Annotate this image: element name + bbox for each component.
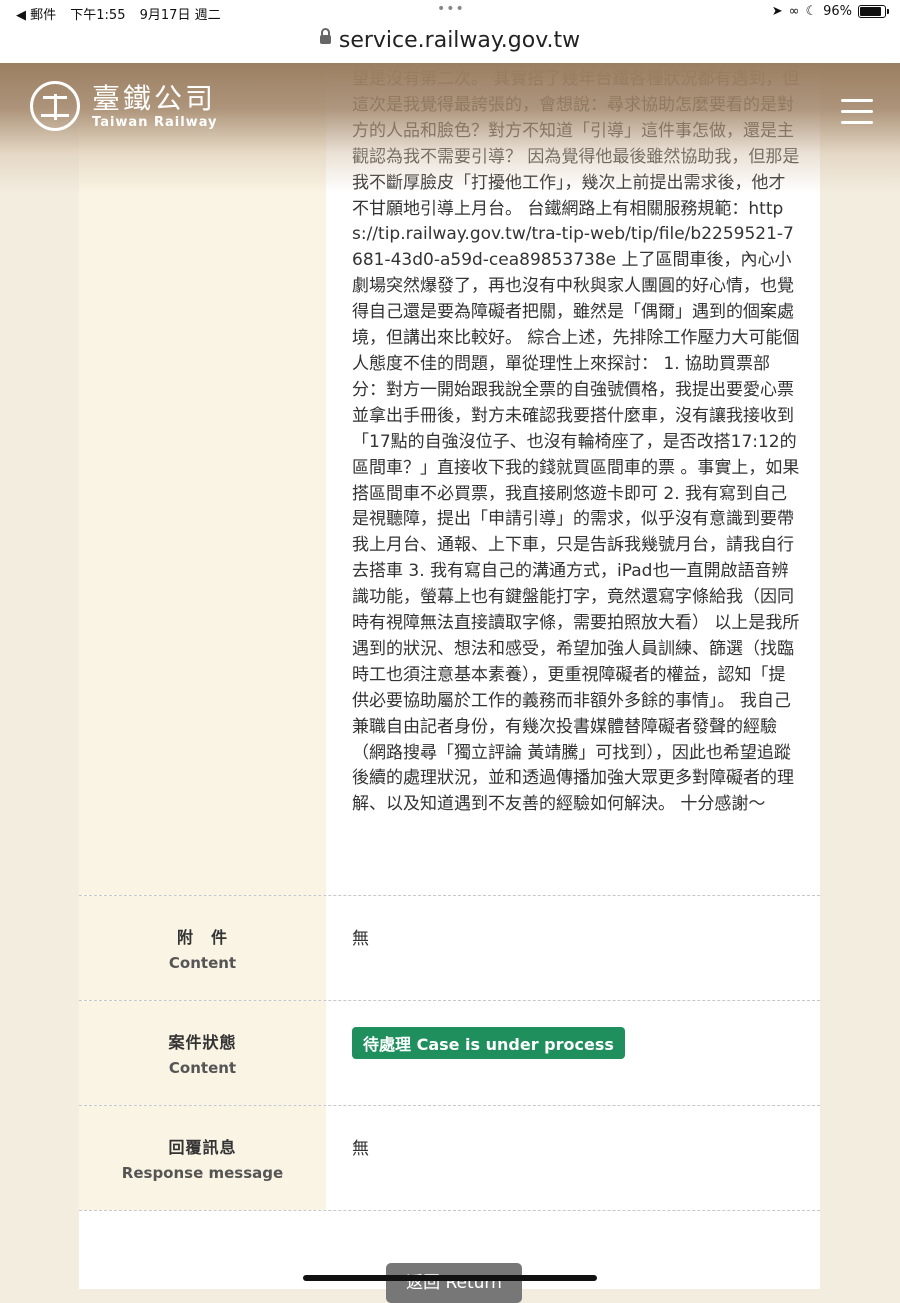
- logo-text: 臺鐵公司 Taiwan Railway: [92, 81, 218, 130]
- site-logo[interactable]: 臺鐵公司 Taiwan Railway: [30, 81, 218, 131]
- browser-address-bar[interactable]: service.railway.gov.tw: [0, 24, 900, 63]
- logo-english: Taiwan Railway: [92, 114, 218, 130]
- case-status-row: 案件狀態 Content 待處理 Case is under process: [79, 1001, 820, 1106]
- battery-percent: 96%: [823, 4, 852, 19]
- logo-chinese: 臺鐵公司: [92, 81, 217, 115]
- response-value: 無: [352, 1139, 369, 1159]
- multitask-dots-icon[interactable]: •••: [437, 1, 465, 17]
- case-status-label: 案件狀態: [168, 1033, 237, 1052]
- site-header: 臺鐵公司 Taiwan Railway: [0, 63, 900, 193]
- lock-icon: [319, 27, 331, 44]
- case-status-value-col: 待處理 Case is under process: [352, 1001, 800, 1059]
- status-time: 下午1:55: [70, 8, 126, 23]
- response-label: 回覆訊息: [168, 1138, 237, 1157]
- location-icon: ➤: [771, 4, 783, 19]
- return-button[interactable]: 返回 Return: [386, 1263, 522, 1303]
- status-right: ➤ ∞ ☾ 96%: [771, 4, 889, 19]
- status-date: 9月17日 週二: [139, 8, 221, 23]
- hamburger-menu-icon[interactable]: [841, 99, 873, 125]
- railway-logo-icon: [30, 81, 80, 131]
- attachment-label-col: 附 件 Content: [79, 896, 326, 1000]
- status-left: ◀ 郵件 下午1:55 9月17日 週二: [16, 4, 231, 23]
- battery-fill: [860, 7, 881, 16]
- response-row: 回覆訊息 Response message 無: [79, 1106, 820, 1211]
- response-value-col: 無: [352, 1106, 800, 1159]
- attachment-label: 附 件: [176, 928, 228, 947]
- case-status-label-col: 案件狀態 Content: [79, 1001, 326, 1105]
- attachment-sublabel: Content: [168, 954, 237, 972]
- link-icon: ∞: [788, 4, 800, 19]
- attachment-row: 附 件 Content 無: [79, 896, 820, 1001]
- back-to-app-link[interactable]: ◀ 郵件: [16, 8, 56, 23]
- case-detail-card: 望是沒有第二次。 其實搭了幾年台鐵各種狀況都有遇到，但這次是我覺得最誇張的，會想…: [79, 63, 820, 1303]
- response-sublabel: Response message: [121, 1164, 284, 1182]
- case-status-sublabel: Content: [168, 1059, 237, 1077]
- battery-icon: [858, 5, 889, 18]
- url-text: service.railway.gov.tw: [338, 28, 581, 53]
- moon-icon: ☾: [805, 4, 818, 19]
- response-label-col: 回覆訊息 Response message: [79, 1106, 326, 1210]
- home-indicator[interactable]: [303, 1275, 597, 1281]
- status-bar: ◀ 郵件 下午1:55 9月17日 週二 ••• ➤ ∞ ☾ 96%: [0, 0, 900, 24]
- status-badge: 待處理 Case is under process: [352, 1027, 625, 1059]
- url-display[interactable]: service.railway.gov.tw: [319, 27, 581, 53]
- attachment-value-col: 無: [352, 896, 800, 949]
- attachment-value: 無: [352, 929, 369, 949]
